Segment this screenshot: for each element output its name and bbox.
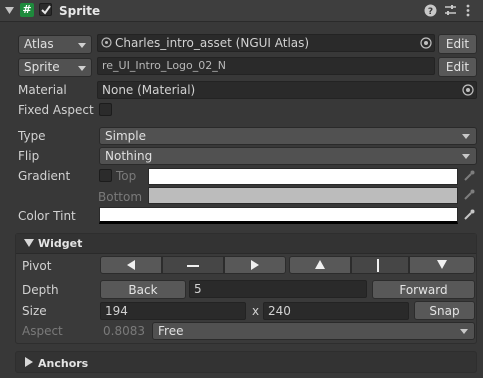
foldout-arrow-icon[interactable] <box>5 7 15 15</box>
atlas-asset-icon <box>101 37 112 48</box>
pivot-label: Pivot <box>22 259 52 273</box>
object-picker-icon[interactable] <box>462 84 474 96</box>
sprite-name-field[interactable]: re_UI_Intro_Logo_02_N <box>97 57 435 75</box>
flip-dropdown[interactable]: Nothing <box>99 147 477 165</box>
atlas-object-field[interactable]: Charles_intro_asset (NGUI Atlas) <box>97 34 435 52</box>
aspect-mode-value: Free <box>158 324 184 338</box>
depth-forward-button[interactable]: Forward <box>372 280 475 299</box>
gradient-bottom-label: Bottom <box>98 190 143 204</box>
depth-value: 5 <box>194 282 202 296</box>
size-width-input[interactable]: 194 <box>100 302 246 320</box>
foldout-arrow-icon[interactable] <box>24 239 34 248</box>
center-line-icon <box>187 265 199 267</box>
fixed-aspect-label: Fixed Aspect <box>18 103 94 117</box>
more-options-icon[interactable] <box>465 4 471 17</box>
type-label: Type <box>18 129 46 143</box>
pivot-center-h-button[interactable] <box>162 256 224 274</box>
type-dropdown[interactable]: Simple <box>99 127 477 145</box>
sprite-value: re_UI_Intro_Logo_02_N <box>102 59 226 72</box>
gradient-bottom-color-swatch[interactable] <box>148 187 458 204</box>
arrow-left-icon <box>127 260 135 270</box>
component-title: Sprite <box>59 4 101 18</box>
chevron-down-icon <box>462 134 470 139</box>
eyedropper-icon[interactable] <box>463 170 475 182</box>
size-label: Size <box>22 304 47 318</box>
chevron-down-icon <box>462 154 470 159</box>
component-enabled-checkbox[interactable] <box>39 3 52 16</box>
pivot-center-v-button[interactable] <box>351 256 409 274</box>
eyedropper-icon[interactable] <box>463 209 475 221</box>
pivot-top-button[interactable] <box>289 256 351 274</box>
anchors-title: Anchors <box>38 357 89 370</box>
type-value: Simple <box>105 129 146 143</box>
object-picker-icon[interactable] <box>420 37 432 49</box>
widget-title: Widget <box>38 237 83 250</box>
material-value: None (Material) <box>102 83 196 97</box>
color-tint-swatch[interactable] <box>99 207 458 224</box>
size-width-value: 194 <box>105 304 128 318</box>
gradient-top-color-swatch[interactable] <box>148 168 458 185</box>
snap-button[interactable]: Snap <box>414 301 475 320</box>
gradient-label: Gradient <box>18 169 71 183</box>
atlas-dropdown[interactable]: Atlas <box>18 35 92 54</box>
aspect-value: 0.8083 <box>103 324 145 338</box>
sprite-edit-button[interactable]: Edit <box>438 57 477 77</box>
help-icon[interactable]: ? <box>424 4 437 17</box>
presets-icon[interactable] <box>444 4 457 17</box>
size-height-value: 240 <box>268 304 291 318</box>
svg-text:?: ? <box>428 7 433 17</box>
sprite-dropdown[interactable]: Sprite <box>18 58 92 77</box>
color-tint-label: Color Tint <box>18 209 76 223</box>
depth-input[interactable]: 5 <box>189 280 367 298</box>
atlas-dropdown-label: Atlas <box>24 37 54 51</box>
atlas-edit-button[interactable]: Edit <box>438 34 477 54</box>
chevron-down-icon <box>460 329 468 334</box>
flip-value: Nothing <box>105 149 153 163</box>
arrow-down-icon <box>437 260 447 269</box>
sprite-dropdown-label: Sprite <box>24 60 60 74</box>
pivot-left-button[interactable] <box>100 256 162 274</box>
checkmark-icon <box>41 5 51 15</box>
size-height-input[interactable]: 240 <box>263 302 409 320</box>
chevron-down-icon <box>78 43 86 48</box>
eyedropper-icon[interactable] <box>463 189 475 201</box>
material-object-field[interactable]: None (Material) <box>97 81 477 99</box>
foldout-arrow-right-icon[interactable] <box>25 357 33 367</box>
chevron-down-icon <box>78 66 86 71</box>
widget-header[interactable] <box>16 234 476 254</box>
aspect-label: Aspect <box>22 324 63 338</box>
material-label: Material <box>18 83 67 97</box>
pivot-right-button[interactable] <box>224 256 286 274</box>
center-line-icon <box>377 259 379 272</box>
script-hash-icon: # <box>20 3 34 17</box>
arrow-up-icon <box>315 260 325 269</box>
fixed-aspect-checkbox[interactable] <box>99 103 112 116</box>
depth-back-button[interactable]: Back <box>100 280 186 299</box>
gradient-top-label: Top <box>116 169 137 183</box>
size-x-label: x <box>252 304 260 318</box>
flip-label: Flip <box>18 149 40 163</box>
atlas-value: Charles_intro_asset (NGUI Atlas) <box>115 36 310 50</box>
arrow-right-icon <box>251 260 259 270</box>
pivot-bottom-button[interactable] <box>409 256 475 274</box>
aspect-mode-dropdown[interactable]: Free <box>152 322 475 340</box>
depth-label: Depth <box>22 283 59 297</box>
gradient-checkbox[interactable] <box>99 169 112 182</box>
